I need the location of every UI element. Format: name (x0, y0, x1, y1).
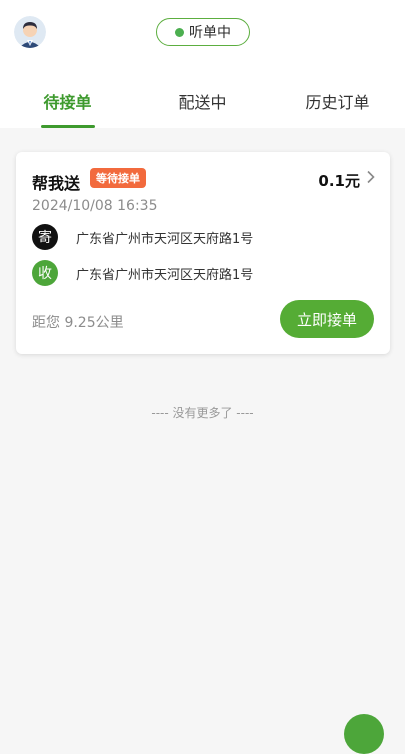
tab-delivering-label: 配送中 (178, 93, 227, 112)
top-bar: 听单中 (0, 0, 405, 74)
receiver-badge-icon: 收 (32, 260, 58, 286)
tab-history[interactable]: 历史订单 (270, 74, 405, 128)
sender-address: 广东省广州市天河区天府路1号 (76, 231, 254, 247)
status-badge: 等待接单 (90, 168, 146, 188)
active-tab-indicator (40, 125, 95, 128)
order-price: 0.1元 (318, 172, 360, 190)
tab-pending[interactable]: 待接单 (0, 74, 135, 128)
chevron-right-icon[interactable] (366, 170, 376, 184)
floating-action-button[interactable] (344, 714, 384, 754)
order-type: 帮我送 (32, 174, 81, 193)
driver-avatar-icon[interactable] (14, 16, 46, 48)
online-dot-icon (175, 27, 184, 37)
order-card[interactable]: 帮我送 等待接单 0.1元 2024/10/08 16:35 寄 广东省广州市天… (16, 152, 390, 354)
tab-history-label: 历史订单 (305, 93, 370, 112)
order-time: 2024/10/08 16:35 (32, 198, 158, 214)
tab-pending-label: 待接单 (43, 93, 92, 112)
receiver-address: 广东省广州市天河区天府路1号 (76, 267, 254, 283)
distance-text: 距您 9.25公里 (32, 315, 124, 331)
listen-status-toggle[interactable]: 听单中 (156, 18, 250, 46)
order-tabs: 待接单 配送中 历史订单 (0, 74, 405, 128)
listen-status-label: 听单中 (189, 25, 231, 41)
no-more-text: ---- 没有更多了 ---- (151, 406, 254, 420)
tab-delivering[interactable]: 配送中 (135, 74, 270, 128)
accept-order-button[interactable]: 立即接单 (280, 300, 374, 338)
sender-badge-icon: 寄 (32, 224, 58, 250)
sender-address-row: 寄 广东省广州市天河区天府路1号 (32, 224, 253, 250)
receiver-address-row: 收 广东省广州市天河区天府路1号 (32, 260, 253, 286)
